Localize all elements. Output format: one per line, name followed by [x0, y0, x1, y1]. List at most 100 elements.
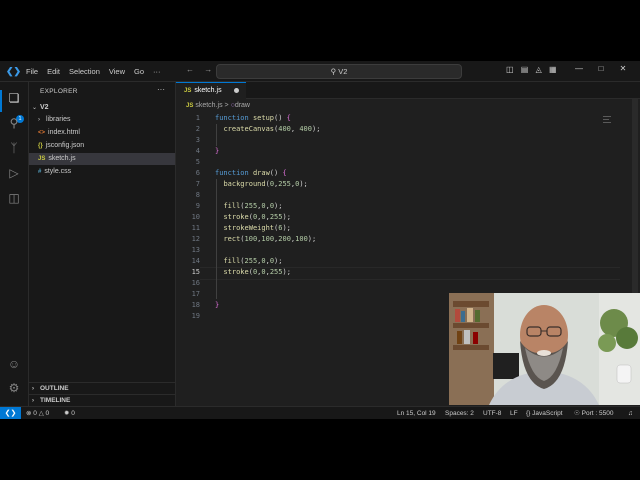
minimize-icon[interactable]: —: [568, 64, 590, 73]
customize-layout-icon[interactable]: ▦: [549, 65, 557, 74]
command-center[interactable]: ⚲ V2: [216, 64, 462, 79]
back-arrow-icon[interactable]: ←: [186, 65, 194, 74]
source-control-icon[interactable]: ᛉ: [6, 140, 22, 156]
line-number: 15: [191, 268, 200, 276]
tree-item-sketch-js[interactable]: JS sketch.js: [29, 153, 175, 165]
antenna-icon: ✹: [64, 410, 70, 417]
tree-item-index-html[interactable]: <> index.html: [29, 127, 175, 139]
error-icon: ⊗: [26, 410, 32, 417]
tab-sketch-js[interactable]: JS sketch.js: [176, 82, 246, 99]
toggle-panel-icon[interactable]: ▤: [521, 65, 529, 74]
explorer-sidebar: EXPLORER ··· ⌄ V2 › libraries <> index.html…: [29, 82, 176, 406]
unsaved-dot-icon[interactable]: [234, 88, 239, 93]
tree-item-style-css[interactable]: # style.css: [29, 166, 175, 178]
account-icon[interactable]: ☺: [6, 356, 22, 372]
code-text: createCanvas(400, 400);: [223, 125, 321, 133]
toggle-sidebar-icon[interactable]: ◫: [506, 65, 514, 74]
code-line[interactable]: 13: [176, 245, 626, 256]
explorer-icon[interactable]: ❏: [6, 90, 22, 106]
minimap[interactable]: [603, 116, 613, 124]
line-number: 13: [191, 246, 200, 254]
breadcrumb-file[interactable]: sketch.js: [195, 102, 222, 109]
title-bar: ❮❯ File Edit Selection View Go ··· ← → ⚲…: [0, 61, 640, 82]
code-line[interactable]: 10 stroke(0,0,255);: [176, 212, 626, 223]
tree-item-label: jsconfig.json: [45, 142, 85, 149]
chevron-down-icon: ⌄: [32, 105, 38, 111]
code-text: fill(255,0,0);: [223, 202, 283, 210]
menu-file[interactable]: File: [26, 67, 38, 76]
code-line[interactable]: 6 function draw() {: [176, 168, 626, 179]
code-text: stroke(0,0,255);: [223, 268, 291, 276]
line-number: 1: [195, 114, 200, 122]
line-number: 8: [195, 191, 200, 199]
js-file-icon: JS: [38, 156, 46, 162]
problems-status[interactable]: ⊗ 0 △ 0: [26, 407, 49, 419]
code-line[interactable]: 9 fill(255,0,0);: [176, 201, 626, 212]
code-line[interactable]: 15 stroke(0,0,255);: [176, 267, 626, 278]
live-server-status[interactable]: ☉ Port : 5500: [574, 407, 613, 419]
extensions-icon[interactable]: ◫: [6, 190, 22, 206]
code-text: stroke(0,0,255);: [223, 213, 291, 221]
vscode-logo-icon[interactable]: ❮❯: [6, 66, 21, 76]
run-debug-icon[interactable]: ▷: [6, 165, 22, 181]
breadcrumb: JS sketch.js > ○draw: [186, 101, 250, 111]
code-line[interactable]: 8: [176, 190, 626, 201]
forward-arrow-icon[interactable]: →: [204, 65, 212, 74]
code-line[interactable]: 5: [176, 157, 626, 168]
code-line[interactable]: 7 background(0,255,0);: [176, 179, 626, 190]
code-line[interactable]: 16: [176, 278, 626, 289]
ports-status[interactable]: ✹ 0: [64, 407, 75, 419]
line-number: 3: [195, 136, 200, 144]
notifications-bell-icon[interactable]: ♫: [628, 407, 633, 419]
menu-go[interactable]: Go: [134, 67, 144, 76]
menu-more[interactable]: ···: [153, 67, 161, 76]
line-number: 19: [191, 312, 200, 320]
activity-bar: ❏ 1 ⚲ ᛉ ▷ ◫ ☺ ⚙: [0, 82, 29, 406]
code-line[interactable]: 4}: [176, 146, 626, 157]
code-text: }: [215, 147, 220, 155]
settings-gear-icon[interactable]: ⚙: [6, 380, 22, 396]
eol-status[interactable]: LF: [510, 407, 518, 419]
tree-item-label: sketch.js: [48, 155, 76, 162]
broadcast-icon: ☉: [574, 410, 580, 417]
webcam-overlay: [449, 293, 640, 405]
menu-view[interactable]: View: [109, 67, 125, 76]
layout-controls: ◫ ▤ ◬ ▦: [506, 65, 562, 74]
line-number: 14: [191, 257, 200, 265]
js-file-icon: JS: [186, 103, 194, 109]
cursor-position[interactable]: Ln 15, Col 19: [397, 407, 436, 419]
folder-v2[interactable]: ⌄ V2: [29, 102, 175, 114]
menu-selection[interactable]: Selection: [69, 67, 100, 76]
html-file-icon: <>: [38, 130, 46, 136]
code-text: function draw() {: [215, 169, 287, 177]
code-line[interactable]: 3: [176, 135, 626, 146]
remote-indicator-icon[interactable]: ❮❯: [0, 407, 21, 419]
language-status[interactable]: {} JavaScript: [526, 407, 563, 419]
code-text: function setup() {: [215, 114, 291, 122]
close-icon[interactable]: ✕: [612, 64, 634, 73]
js-file-icon: JS: [184, 88, 192, 94]
code-text: fill(255,0,0);: [223, 257, 283, 265]
toggle-secondary-sidebar-icon[interactable]: ◬: [536, 65, 542, 74]
encoding-status[interactable]: UTF-8: [483, 407, 501, 419]
editor-tabs: JS sketch.js: [176, 82, 640, 99]
search-view-icon[interactable]: ⚲: [6, 115, 22, 131]
tree-item-libraries[interactable]: › libraries: [29, 114, 175, 126]
breadcrumb-symbol[interactable]: draw: [235, 102, 250, 109]
maximize-icon[interactable]: □: [590, 64, 612, 73]
code-line[interactable]: 2 createCanvas(400, 400);: [176, 124, 626, 135]
code-line[interactable]: 1 function setup() {: [176, 113, 626, 124]
code-line[interactable]: 14 fill(255,0,0);: [176, 256, 626, 267]
breadcrumb-separator: >: [224, 102, 229, 109]
indentation-status[interactable]: Spaces: 2: [445, 407, 474, 419]
warning-icon: △: [38, 410, 44, 417]
code-text: }: [215, 301, 220, 309]
code-line[interactable]: 11 strokeWeight(6);: [176, 223, 626, 234]
code-line[interactable]: 12 rect(100,100,200,100);: [176, 234, 626, 245]
vscode-window: ❮❯ File Edit Selection View Go ··· ← → ⚲…: [0, 61, 640, 419]
line-number: 9: [195, 202, 200, 210]
explorer-more-actions[interactable]: ···: [157, 85, 165, 94]
status-bar: ❮❯ ⊗ 0 △ 0 ✹ 0 Ln 15, Col 19 Spaces: 2 U…: [0, 406, 640, 419]
tree-item-jsconfig[interactable]: {} jsconfig.json: [29, 140, 175, 152]
menu-edit[interactable]: Edit: [47, 67, 60, 76]
